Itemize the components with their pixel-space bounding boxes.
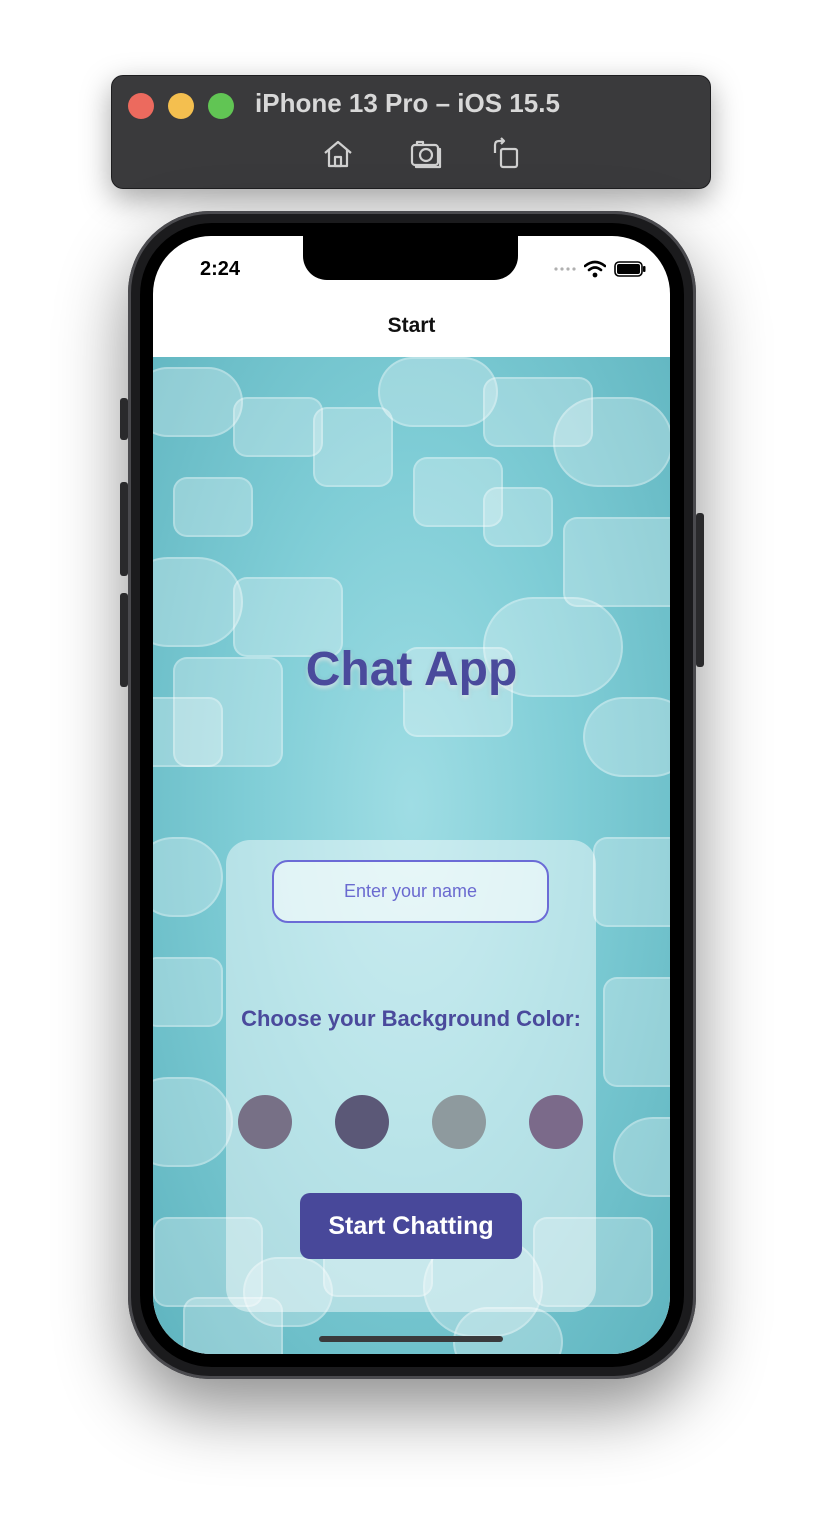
volume-up-button: [120, 482, 128, 576]
screenshot-icon[interactable]: [408, 136, 444, 172]
color-swatch-3[interactable]: [432, 1095, 486, 1149]
home-indicator[interactable]: [319, 1336, 503, 1342]
simulator-toolbar: iPhone 13 Pro – iOS 15.5: [111, 75, 711, 189]
app-title: Chat App: [305, 643, 518, 696]
nav-title: Start: [387, 314, 436, 337]
status-icons: [554, 260, 646, 278]
color-swatch-1[interactable]: [238, 1095, 292, 1149]
wifi-icon: [584, 260, 606, 278]
minimize-window-button[interactable]: [168, 93, 194, 119]
chat-bubbles-background: Chat App Choose your Background Color: S…: [153, 357, 670, 1354]
notch: [303, 236, 518, 280]
phone-screen: 2:24 Start Chat App Enter your name Choo…: [153, 236, 670, 1354]
mute-switch: [120, 398, 128, 440]
start-card: Choose your Background Color: Start Chat…: [226, 840, 596, 1312]
rotate-icon[interactable]: [488, 136, 524, 172]
start-chatting-button[interactable]: Start Chatting: [300, 1193, 522, 1259]
simulator-title: iPhone 13 Pro – iOS 15.5: [255, 88, 560, 118]
zoom-window-button[interactable]: [208, 93, 234, 119]
signal-dots-icon: [554, 267, 576, 271]
volume-down-button: [120, 593, 128, 687]
name-input[interactable]: [272, 860, 549, 923]
battery-icon: [614, 261, 646, 277]
color-swatch-4[interactable]: [529, 1095, 583, 1149]
background-color-label: Choose your Background Color:: [241, 1006, 581, 1031]
power-button: [696, 513, 704, 667]
status-time: 2:24: [200, 258, 241, 280]
close-window-button[interactable]: [128, 93, 154, 119]
color-swatch-2[interactable]: [335, 1095, 389, 1149]
home-icon[interactable]: [320, 136, 356, 172]
